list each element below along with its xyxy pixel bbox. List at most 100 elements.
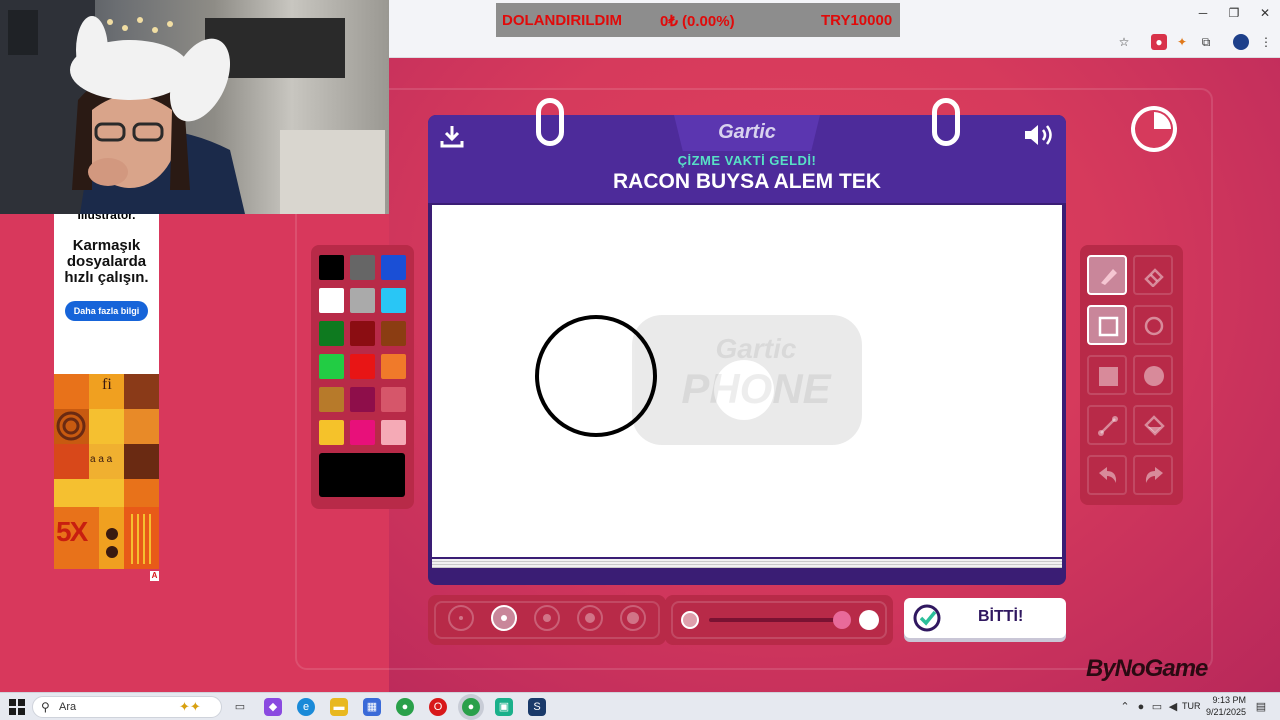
tool-panel xyxy=(1080,245,1183,505)
opacity-bar xyxy=(665,595,893,645)
brush-size-option[interactable] xyxy=(534,605,560,631)
close-window-button[interactable]: ✕ xyxy=(1250,6,1280,22)
rect-outline-tool[interactable] xyxy=(1087,305,1127,345)
opera-icon[interactable]: O xyxy=(429,698,447,716)
steam-icon[interactable]: S xyxy=(528,698,546,716)
undo-tool[interactable] xyxy=(1087,455,1127,495)
extensions-puzzle-icon[interactable]: ⧉ xyxy=(1198,34,1214,50)
download-icon[interactable] xyxy=(439,123,465,149)
opacity-slider-knob[interactable] xyxy=(833,611,851,629)
windows-start-icon[interactable] xyxy=(9,699,25,715)
task-view-icon[interactable]: ▭ xyxy=(231,698,249,716)
ad-badge[interactable]: A xyxy=(150,571,159,581)
color-swatch[interactable] xyxy=(350,288,375,313)
undo-icon xyxy=(1099,467,1117,483)
drawing-canvas[interactable]: Gartic PHONE xyxy=(432,205,1062,557)
rect-filled-tool[interactable] xyxy=(1087,355,1127,395)
brush-size-option[interactable] xyxy=(491,605,517,631)
minimize-button[interactable]: ─ xyxy=(1188,6,1218,22)
fill-bucket-icon xyxy=(1144,415,1165,436)
color-swatch[interactable] xyxy=(350,387,375,412)
prompt-text: RACON BUYSA ALEM TEK xyxy=(613,170,881,193)
sound-icon[interactable] xyxy=(1022,121,1056,149)
color-swatch[interactable] xyxy=(319,387,344,412)
page-edge xyxy=(432,565,1062,568)
ad-tile-5x: 5X xyxy=(56,516,88,547)
ad-tile-aaa: a a a xyxy=(90,454,113,465)
clock-date[interactable]: 9/21/2025 xyxy=(1196,707,1246,717)
brush-size-option[interactable] xyxy=(577,605,603,631)
ellipse-outline-tool[interactable] xyxy=(1133,305,1173,345)
gartic-logo: Gartic xyxy=(718,121,776,143)
ad-headline: Karmaşık dosyalarda hızlı çalışın. xyxy=(64,237,149,286)
line-tool[interactable] xyxy=(1087,405,1127,445)
watermark-logo-bottom: PHONE xyxy=(681,365,831,412)
copilot-icon[interactable]: ◆ xyxy=(264,698,282,716)
pencil-icon xyxy=(1101,269,1117,285)
chrome-active-icon[interactable]: ● xyxy=(462,698,480,716)
redo-tool[interactable] xyxy=(1133,455,1173,495)
done-button[interactable]: BİTTİ! xyxy=(904,598,1066,638)
chrome-icon[interactable]: ● xyxy=(396,698,414,716)
check-badge-icon xyxy=(913,604,941,632)
fill-tool[interactable] xyxy=(1133,405,1173,445)
color-swatch[interactable] xyxy=(350,321,375,346)
brush-size-bar xyxy=(428,595,666,645)
webcam-overlay xyxy=(0,0,389,214)
volume-icon[interactable]: ◀ xyxy=(1164,698,1182,716)
app-green-icon[interactable]: ▣ xyxy=(495,698,513,716)
opacity-min-icon xyxy=(681,611,699,629)
extension-fox-icon[interactable]: ✦ xyxy=(1174,34,1190,50)
color-swatch[interactable] xyxy=(381,354,406,379)
color-swatch[interactable] xyxy=(350,354,375,379)
brush-size-option[interactable] xyxy=(620,605,646,631)
color-swatch[interactable] xyxy=(381,255,406,280)
file-explorer-icon[interactable]: ▬ xyxy=(330,698,348,716)
edge-icon[interactable]: e xyxy=(297,698,315,716)
done-button-label: BİTTİ! xyxy=(978,608,1024,625)
streamer-photo xyxy=(0,0,385,214)
donation-label: DOLANDIRILDIM xyxy=(502,12,622,29)
ellipse-outline-icon xyxy=(1144,316,1164,336)
search-placeholder: Ara xyxy=(59,701,77,713)
windows-taskbar: ⚲ Ara ✦✦ ▭ ◆ e ▬ ▦ ● O ● ▣ S ⌃ ● ▭ ◀ TUR… xyxy=(0,692,1280,720)
donation-goal-bar: DOLANDIRILDIM 0₺ (0.00%) TRY10000 xyxy=(496,3,900,37)
side-advertisement[interactable]: Illustrator. Karmaşık dosyalarda hızlı ç… xyxy=(54,214,159,569)
redo-icon xyxy=(1145,467,1163,483)
donation-amount: 0₺ (0.00%) xyxy=(660,13,735,30)
browser-menu-icon[interactable]: ⋮ xyxy=(1258,34,1274,50)
pencil-tool[interactable] xyxy=(1087,255,1127,295)
store-icon[interactable]: ▦ xyxy=(363,698,381,716)
color-swatch[interactable] xyxy=(381,288,406,313)
profile-avatar-icon[interactable] xyxy=(1233,34,1249,50)
ad-cta-button[interactable]: Daha fazla bilgi xyxy=(65,301,148,321)
color-swatch[interactable] xyxy=(319,354,344,379)
color-palette xyxy=(311,245,414,509)
watermark-logo-top: Gartic xyxy=(715,333,797,364)
opacity-max-icon xyxy=(859,610,879,630)
color-swatch[interactable] xyxy=(381,420,406,445)
color-swatch[interactable] xyxy=(350,420,375,445)
brush-size-option[interactable] xyxy=(448,605,474,631)
opacity-slider-track[interactable] xyxy=(709,618,843,622)
eraser-tool[interactable] xyxy=(1133,255,1173,295)
search-icon: ⚲ xyxy=(41,700,50,714)
bookmark-star-icon[interactable]: ☆ xyxy=(1116,34,1132,50)
ellipse-filled-tool[interactable] xyxy=(1133,355,1173,395)
extension-record-icon[interactable]: ● xyxy=(1151,34,1167,50)
color-swatch[interactable] xyxy=(319,420,344,445)
color-swatch[interactable] xyxy=(350,255,375,280)
notifications-icon[interactable]: ▤ xyxy=(1252,698,1270,716)
bynogame-logo: ByNoGame xyxy=(1086,655,1208,682)
color-swatch[interactable] xyxy=(319,288,344,313)
ad-tile-fi: fi xyxy=(102,376,112,393)
copilot-sparkle-icon: ✦✦ xyxy=(179,699,201,714)
ellipse-filled-icon xyxy=(1144,366,1164,386)
clock-time[interactable]: 9:13 PM xyxy=(1200,695,1246,705)
taskbar-search[interactable]: ⚲ Ara ✦✦ xyxy=(32,696,222,718)
color-swatch[interactable] xyxy=(381,387,406,412)
restore-button[interactable]: ❐ xyxy=(1219,6,1249,22)
color-swatch[interactable] xyxy=(319,255,344,280)
color-swatch[interactable] xyxy=(319,321,344,346)
color-swatch[interactable] xyxy=(381,321,406,346)
